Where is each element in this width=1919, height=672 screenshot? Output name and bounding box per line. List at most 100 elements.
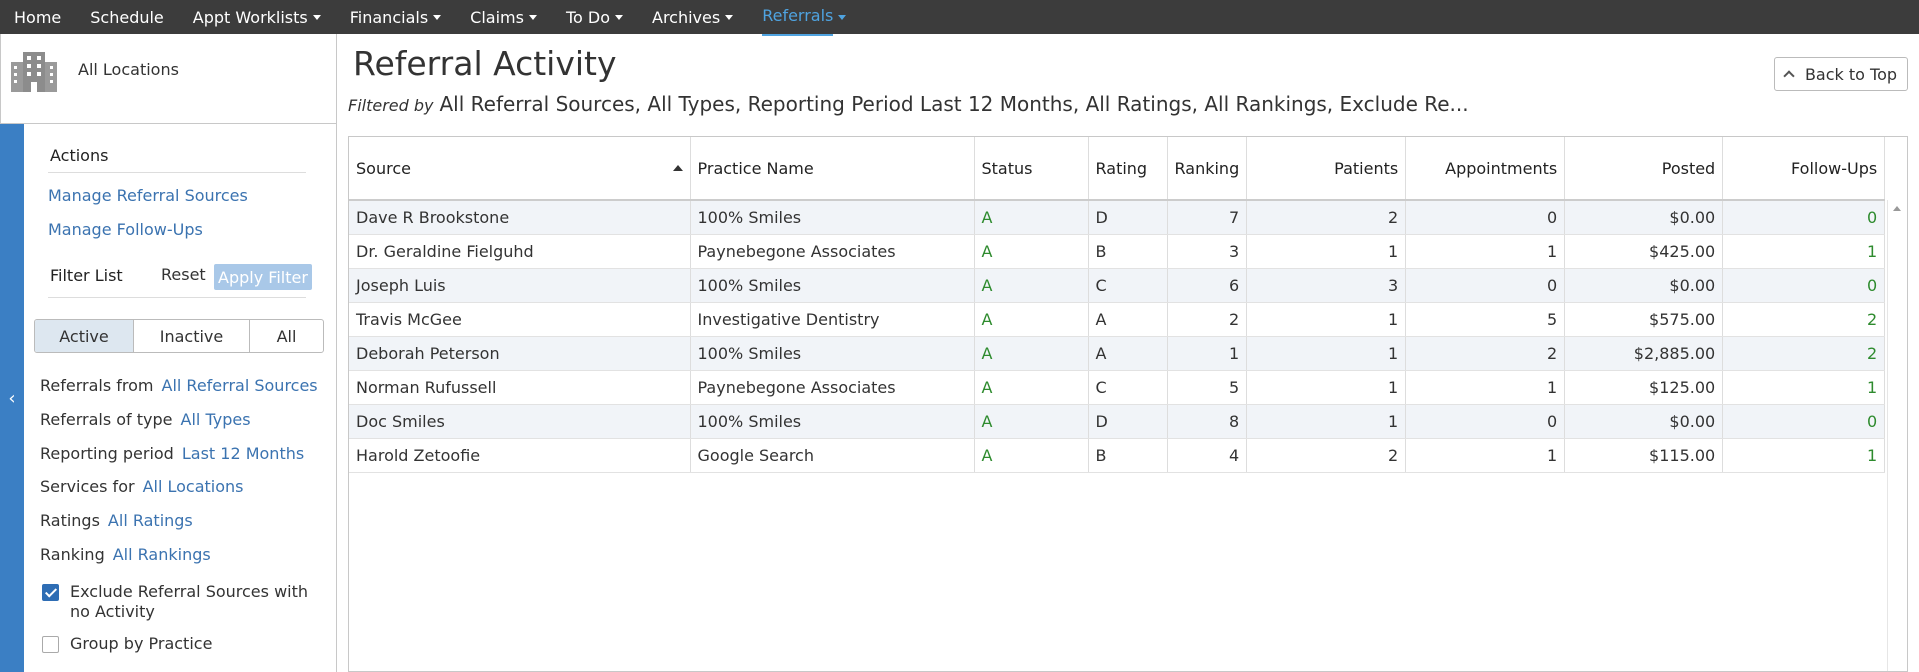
cell-follow-ups[interactable]: 2 (1722, 302, 1886, 337)
table-row[interactable]: Joseph Luis 100% Smiles A C 6 3 0 $0.00 0 (349, 268, 1886, 303)
segment-active[interactable]: Active (35, 320, 134, 352)
table-row[interactable]: Doc Smiles 100% Smiles A D 8 1 0 $0.00 0 (349, 404, 1886, 439)
cell-follow-ups[interactable]: 1 (1722, 370, 1886, 405)
cell-patients: 2 (1246, 200, 1407, 235)
referral-table: Source Practice Name Status Rating Ranki… (349, 137, 1886, 473)
cell-patients: 1 (1246, 336, 1407, 371)
cell-source: Doc Smiles (349, 404, 691, 439)
exclude-no-activity-checkbox[interactable] (42, 584, 59, 601)
sidebar-collapse-button[interactable]: ‹ (0, 124, 24, 672)
cell-ranking: 1 (1167, 336, 1248, 371)
column-header-follow-ups[interactable]: Follow-Ups (1722, 137, 1886, 201)
cell-follow-ups[interactable]: 1 (1722, 438, 1886, 473)
segment-all[interactable]: All (250, 320, 323, 352)
table-row[interactable]: Harold Zetoofie Google Search A B 4 2 1 $115.00… (349, 438, 1886, 473)
nav-referrals[interactable]: Referrals (758, 0, 850, 36)
cell-follow-ups[interactable]: 0 (1722, 200, 1886, 235)
cell-posted: $115.00 (1564, 438, 1724, 473)
filter-value-link[interactable]: All Ratings (108, 511, 193, 530)
filter-label: Referrals of type (40, 410, 173, 429)
nav-claims[interactable]: Claims (466, 0, 541, 34)
top-nav: Home Schedule Appt Worklists Financials Clai… (0, 0, 1919, 36)
cell-posted: $0.00 (1564, 200, 1724, 235)
cell-status: A (974, 404, 1089, 439)
group-by-practice-checkbox[interactable] (42, 636, 59, 653)
cell-practice-name: Investigative Dentistry (690, 302, 975, 337)
filter-services-for: Services for All Locations (40, 477, 244, 496)
cell-appointments: 0 (1405, 200, 1566, 235)
filter-value-link[interactable]: Last 12 Months (182, 444, 304, 463)
cell-source: Joseph Luis (349, 268, 691, 303)
filter-label: Services for (40, 477, 135, 496)
cell-rating: C (1088, 268, 1168, 303)
filter-ranking: Ranking All Rankings (40, 545, 211, 564)
cell-posted: $2,885.00 (1564, 336, 1724, 371)
scroll-up-arrow-icon[interactable] (1893, 206, 1901, 211)
cell-follow-ups[interactable]: 0 (1722, 268, 1886, 303)
cell-ranking: 6 (1167, 268, 1248, 303)
cell-source: Dr. Geraldine Fielguhd (349, 234, 691, 269)
filter-value-link[interactable]: All Referral Sources (162, 376, 318, 395)
back-to-top-label: Back to Top (1804, 64, 1898, 84)
cell-follow-ups[interactable]: 2 (1722, 336, 1886, 371)
filtered-by-label: Filtered by (348, 96, 434, 115)
filter-reporting-period: Reporting period Last 12 Months (40, 444, 304, 463)
filter-list-label: Filter List (50, 266, 123, 285)
cell-status: A (974, 268, 1089, 303)
table-row[interactable]: Dave R Brookstone 100% Smiles A D 7 2 0 $0.00 0 (349, 200, 1886, 235)
divider (48, 297, 306, 298)
column-header-practice-name[interactable]: Practice Name (690, 137, 975, 201)
cell-appointments: 1 (1405, 438, 1566, 473)
back-to-top-button[interactable]: Back to Top (1774, 57, 1908, 91)
filter-value-link[interactable]: All Locations (143, 477, 244, 496)
exclude-no-activity-label: Exclude Referral Sources with no Activit… (70, 582, 309, 621)
apply-filter-button[interactable]: Apply Filter (214, 264, 312, 290)
cell-source: Dave R Brookstone (349, 200, 691, 235)
cell-source: Norman Rufussell (349, 370, 691, 405)
nav-home[interactable]: Home (10, 0, 65, 34)
cell-rating: D (1088, 404, 1168, 439)
cell-rating: C (1088, 370, 1168, 405)
cell-rating: B (1088, 438, 1168, 473)
column-header-patients[interactable]: Patients (1246, 137, 1407, 201)
filter-value-link[interactable]: All Types (181, 410, 251, 429)
nav-financials[interactable]: Financials (346, 0, 445, 34)
cell-practice-name: Google Search (690, 438, 975, 473)
table-row[interactable]: Norman Rufussell Paynebegone Associates A C… (349, 370, 1886, 405)
location-label[interactable]: All Locations (78, 60, 179, 79)
column-header-rating[interactable]: Rating (1088, 137, 1168, 201)
column-header-source[interactable]: Source (349, 137, 691, 201)
chevron-up-icon (1783, 70, 1795, 82)
cell-source: Travis McGee (349, 302, 691, 337)
nav-to-do[interactable]: To Do (562, 0, 627, 34)
filter-label: Ranking (40, 545, 105, 564)
filtered-by-text: All Referral Sources, All Types, Reporti… (439, 92, 1469, 116)
segment-inactive[interactable]: Inactive (134, 320, 250, 352)
nav-appt-worklists[interactable]: Appt Worklists (189, 0, 325, 34)
page-title: Referral Activity (353, 44, 617, 83)
column-header-status[interactable]: Status (974, 137, 1089, 201)
vertical-scrollbar[interactable] (1887, 200, 1907, 671)
cell-patients: 2 (1246, 438, 1407, 473)
cell-practice-name: 100% Smiles (690, 200, 975, 235)
table-row[interactable]: Deborah Peterson 100% Smiles A A 1 1 2 $2,885.0… (349, 336, 1886, 371)
column-header-ranking[interactable]: Ranking (1167, 137, 1248, 201)
cell-follow-ups[interactable]: 0 (1722, 404, 1886, 439)
manage-follow-ups-link[interactable]: Manage Follow-Ups (48, 220, 203, 239)
reset-button[interactable]: Reset (161, 265, 206, 284)
column-header-appointments[interactable]: Appointments (1405, 137, 1566, 201)
cell-practice-name: 100% Smiles (690, 268, 975, 303)
nav-schedule[interactable]: Schedule (86, 0, 168, 34)
nav-archives[interactable]: Archives (648, 0, 737, 34)
cell-follow-ups[interactable]: 1 (1722, 234, 1886, 269)
table-row[interactable]: Travis McGee Investigative Dentistry A A 2 1 5… (349, 302, 1886, 337)
cell-status: A (974, 234, 1089, 269)
column-header-posted[interactable]: Posted (1564, 137, 1724, 201)
cell-status: A (974, 336, 1089, 371)
table-row[interactable]: Dr. Geraldine Fielguhd Paynebegone Associ… (349, 234, 1886, 269)
cell-posted: $425.00 (1564, 234, 1724, 269)
cell-practice-name: 100% Smiles (690, 404, 975, 439)
manage-referral-sources-link[interactable]: Manage Referral Sources (48, 186, 248, 205)
filter-value-link[interactable]: All Rankings (113, 545, 211, 564)
building-icon (11, 52, 57, 92)
